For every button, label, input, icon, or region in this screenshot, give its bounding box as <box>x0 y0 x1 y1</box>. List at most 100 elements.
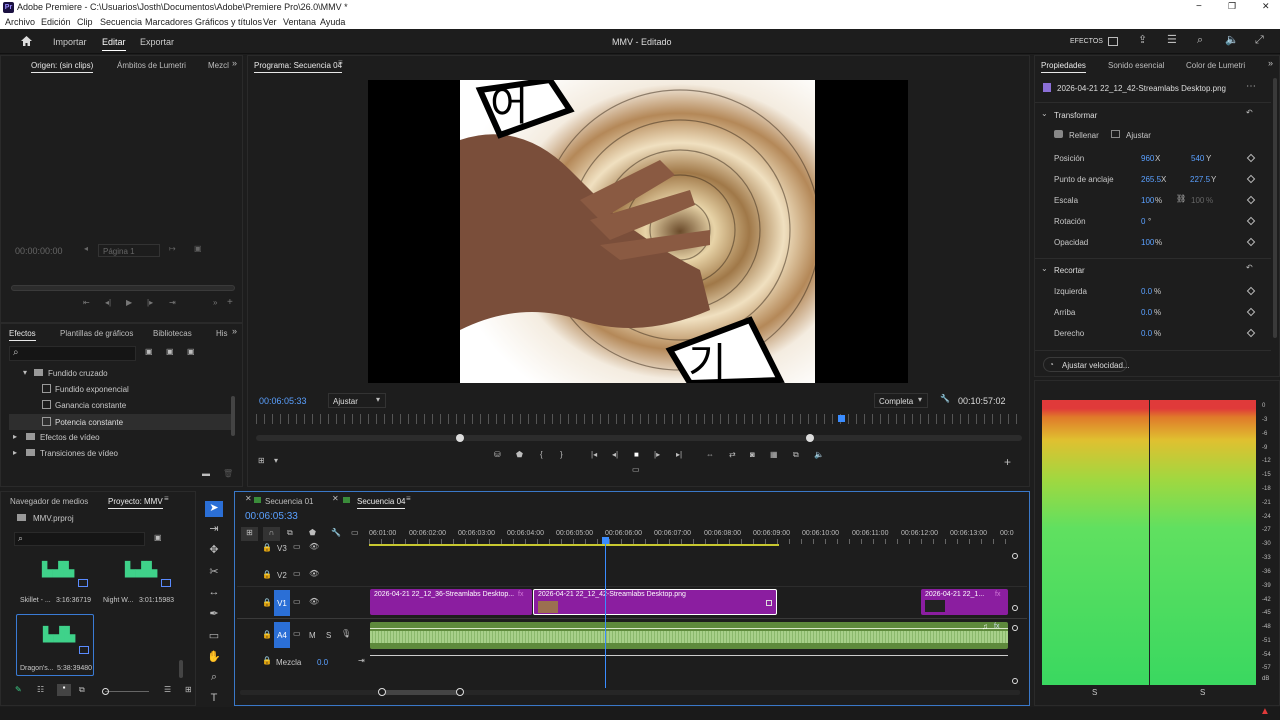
tab-historial[interactable]: His <box>216 329 228 338</box>
fill-icon[interactable] <box>1054 130 1063 138</box>
sort-icon[interactable]: ☰ <box>164 686 171 694</box>
tab-media-browser[interactable]: Navegador de medios <box>10 497 88 506</box>
project-item[interactable]: ▙▟▙ Night W... 3:01:15983 <box>99 552 177 608</box>
volume-line[interactable] <box>370 628 1008 629</box>
value-field[interactable]: 0.0 <box>1141 329 1152 338</box>
timeline-playhead[interactable] <box>605 537 606 688</box>
snap-icon[interactable]: ∩ <box>263 527 280 541</box>
fill-button[interactable]: Rellenar <box>1069 131 1099 140</box>
work-area-bar[interactable] <box>369 544 779 546</box>
chevron-down-icon[interactable]: ⌄ <box>1041 265 1048 273</box>
tab-secuencia-01[interactable]: Secuencia 01 <box>265 497 313 506</box>
value-field[interactable]: 960 <box>1141 154 1154 163</box>
tree-item[interactable]: Ganancia constante <box>1 399 233 413</box>
source-scrubber[interactable] <box>11 285 235 291</box>
value-field[interactable]: 227.5 <box>1190 175 1210 184</box>
audio-clip[interactable]: ♫ fx <box>370 622 1008 649</box>
zoom-handle-left[interactable] <box>456 434 464 442</box>
reset-icon[interactable]: ↶ <box>1246 264 1253 272</box>
menu-archivo[interactable]: Archivo <box>5 17 35 27</box>
mark-in-icon[interactable]: ⇤ <box>83 299 90 307</box>
tab-secuencia-04[interactable]: Secuencia 04 <box>357 497 406 509</box>
go-to-end-icon[interactable]: ⇥ <box>358 657 365 665</box>
menu-graficos[interactable]: Gráficos y títulos <box>195 17 262 27</box>
button-editor-icon[interactable]: ⧉ <box>793 451 799 459</box>
timeline-vscroll-handle[interactable] <box>1012 625 1018 631</box>
program-zoom-bar[interactable] <box>256 435 1022 441</box>
value-field[interactable]: 0 <box>1141 217 1145 226</box>
tab-editar[interactable]: Editar <box>102 37 126 51</box>
lock-icon[interactable]: 🔒 <box>262 599 272 607</box>
hscroll-handle-right[interactable] <box>456 688 464 696</box>
close-tab-icon[interactable]: ✕ <box>245 495 252 503</box>
play-icon[interactable]: ▶ <box>126 299 132 307</box>
tab-program[interactable]: Programa: Secuencia 04 <box>254 61 343 73</box>
project-search-input[interactable] <box>14 532 145 546</box>
solo-button[interactable]: S <box>326 631 331 640</box>
volume-icon[interactable]: 🔈 <box>1225 35 1239 46</box>
track-label-active[interactable]: V1 <box>274 590 290 616</box>
freeform-view-icon[interactable]: ⧉ <box>79 686 85 694</box>
tab-sonido-esencial[interactable]: Sonido esencial <box>1108 61 1164 70</box>
multicam-icon[interactable]: ▭ <box>632 466 640 474</box>
camera-icon[interactable]: ◙ <box>750 451 755 459</box>
program-timecode[interactable]: 00:06:05:33 <box>259 396 307 406</box>
eye-icon[interactable]: 👁 <box>309 598 319 606</box>
microphone-icon[interactable]: 🎙 <box>341 630 351 638</box>
pen-icon[interactable]: ✎ <box>15 686 22 694</box>
link-icon[interactable]: ⛓ <box>1176 195 1186 203</box>
accelerated-icon[interactable]: ▣ <box>145 348 153 356</box>
tab-color-lumetri[interactable]: Color de Lumetri <box>1186 61 1245 70</box>
slip-tool-icon[interactable]: ↔ <box>205 586 223 602</box>
settings-chevron-icon[interactable]: ▾ <box>274 457 278 465</box>
reset-icon[interactable]: ↶ <box>1246 109 1253 117</box>
timeline-vscroll-handle[interactable] <box>1012 605 1018 611</box>
tab-exportar[interactable]: Exportar <box>140 37 174 47</box>
tree-item[interactable]: ▾ Fundido cruzado <box>1 367 233 381</box>
add-control-icon[interactable]: + <box>1004 456 1011 468</box>
program-playhead-marker[interactable] <box>838 415 845 422</box>
channel-solo-left[interactable]: S <box>1092 688 1097 697</box>
eye-icon[interactable]: 👁 <box>309 543 319 551</box>
fit-button[interactable]: Ajustar <box>1126 131 1151 140</box>
safe-margin-icon[interactable]: ⊞ <box>258 457 265 465</box>
mark-in-bracket-icon[interactable]: { <box>540 451 543 459</box>
tab-lumetri-scopes[interactable]: Ámbitos de Lumetri <box>117 61 186 70</box>
value-field[interactable]: 100 <box>1141 238 1154 247</box>
keyframe-icon[interactable] <box>1246 286 1256 296</box>
menu-clip[interactable]: Clip <box>77 17 93 27</box>
rectangle-tool-icon[interactable]: ▭ <box>205 629 223 645</box>
properties-scrollbar[interactable] <box>1273 78 1277 338</box>
project-menu-icon[interactable]: ≡ <box>164 495 169 503</box>
icon-view-icon[interactable]: ▪ <box>57 684 71 696</box>
lock-icon[interactable]: 🔒 <box>262 631 272 639</box>
32bit-icon[interactable]: ▣ <box>166 348 174 356</box>
timeline-vscroll-handle[interactable] <box>1012 678 1018 684</box>
mute-button[interactable]: M <box>309 631 316 640</box>
timeline-hscroll[interactable] <box>240 690 1020 695</box>
tab-importar[interactable]: Importar <box>53 37 87 47</box>
menu-ventana[interactable]: Ventana <box>283 17 316 27</box>
lock-icon[interactable]: 🔒 <box>262 571 272 579</box>
sync-lock-icon[interactable]: ▭ <box>293 543 301 551</box>
close-tab-icon[interactable]: ✕ <box>332 495 339 503</box>
menu-secuencia[interactable]: Secuencia <box>100 17 142 27</box>
share-icon[interactable]: ⇪ <box>1138 35 1147 46</box>
keyframe-icon[interactable] <box>1246 153 1256 163</box>
mark-out-bracket-icon[interactable]: } <box>560 451 563 459</box>
close-button[interactable]: ✕ <box>1262 1 1270 12</box>
export-frame-icon[interactable]: ▣ <box>194 245 202 253</box>
prev-icon[interactable]: ◂ <box>84 245 88 253</box>
warning-icon[interactable]: ▲ <box>1260 707 1270 717</box>
project-item[interactable]: ▙▟▙ Skillet - ... 3:16:36719 <box>16 552 94 608</box>
timeline-hscroll-thumb[interactable] <box>382 690 460 695</box>
speed-button[interactable]: ◔ Ajustar velocidad... <box>1043 357 1130 372</box>
menu-ayuda[interactable]: Ayuda <box>320 17 345 27</box>
linked-selection-icon[interactable]: ⧉ <box>287 529 293 537</box>
menu-marcadores[interactable]: Marcadores <box>145 17 193 27</box>
go-to-in-icon[interactable]: |◂ <box>591 451 597 459</box>
track-label[interactable]: V3 <box>277 544 287 553</box>
step-back-icon[interactable]: ◂| <box>105 299 111 307</box>
tree-item-selected[interactable]: Potencia constante <box>9 414 233 430</box>
overwrite-icon[interactable]: ⇄ <box>729 451 736 459</box>
